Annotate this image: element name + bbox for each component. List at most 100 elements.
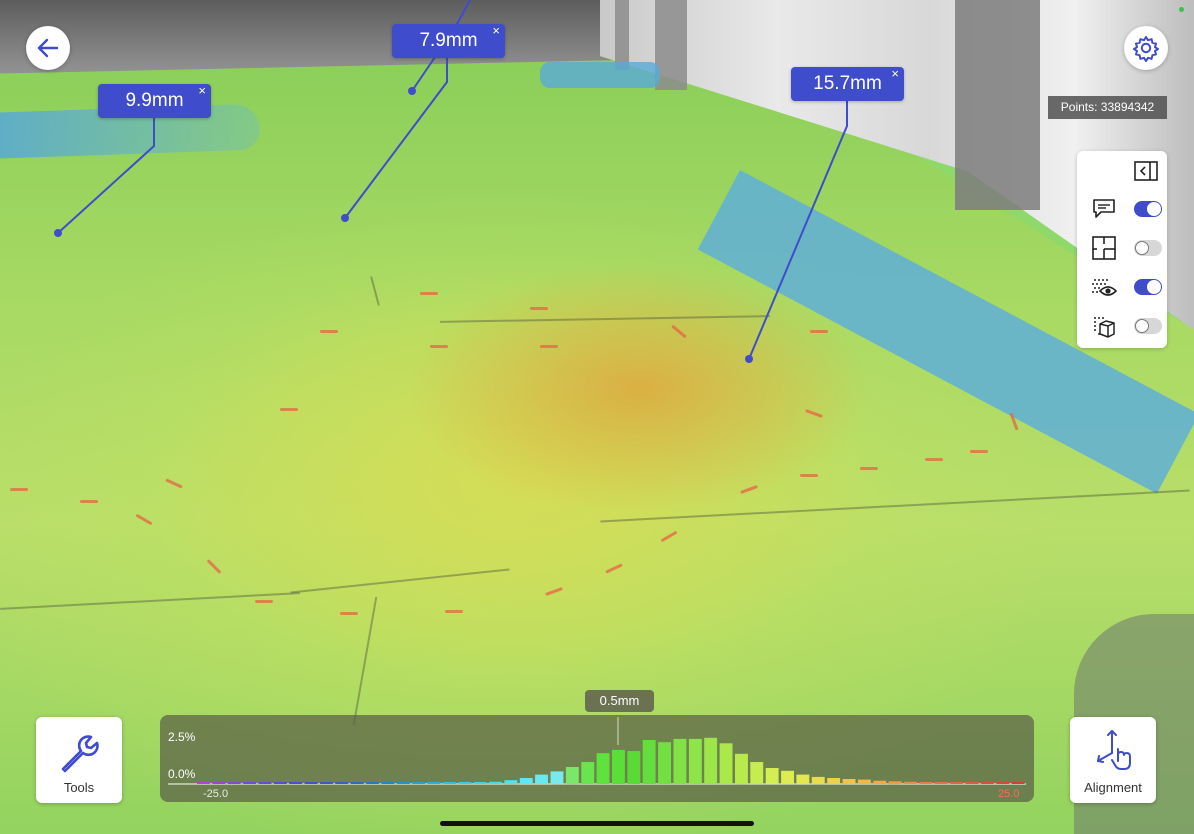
histogram-bar [320,782,333,784]
mesh-toggle[interactable] [1134,318,1162,334]
pointcloud-toggle[interactable] [1134,279,1162,295]
histogram-bar [765,768,779,784]
histogram-bar [950,782,963,784]
histogram-bar [565,767,579,785]
histogram-bar [243,782,256,784]
histogram-bar [781,770,794,784]
points-count: Points: 33894342 [1048,96,1167,119]
layer-row-mesh [1077,310,1167,342]
histogram-bar [550,771,564,785]
measurement-point[interactable] [54,229,62,237]
comment-icon [1093,199,1115,218]
arrow-left-icon [37,38,59,58]
histogram-bar [442,782,456,784]
measurement-value: 15.7mm [813,73,882,94]
histogram-bar [535,774,548,784]
histogram-bar [811,776,825,785]
histogram-bar [934,782,948,784]
floorplan-toggle[interactable] [1134,240,1162,256]
leader-line [411,56,436,92]
measurement-value: 7.9mm [419,30,478,51]
eye-points-icon [1092,279,1117,296]
leader-line [456,0,471,25]
alignment-icon [1097,730,1131,770]
histogram-bar [258,782,272,784]
histogram-bar [427,782,441,784]
histogram-bar [304,782,318,784]
measurement-label[interactable]: 7.9mm × [392,23,505,58]
layer-row-annotations [1077,193,1167,225]
histogram-bar [396,782,410,784]
histogram-bar [473,782,487,784]
panel-header [1077,155,1167,187]
histogram-bar [888,781,902,785]
close-icon[interactable]: × [891,66,899,82]
histogram-bar [612,749,625,784]
histogram-bar [273,782,287,784]
histogram-bar [642,740,656,784]
histogram-bar [919,782,933,784]
histogram-bar [381,782,395,784]
measurement-value: 9.9mm [125,90,184,111]
histogram-bar [750,762,764,784]
histogram-bar [212,782,226,784]
histogram-bar [996,782,1010,784]
settings-button[interactable] [1124,26,1168,70]
layer-row-pointcloud [1077,271,1167,303]
histogram-bar [873,780,887,784]
histogram-bar [289,782,303,784]
close-icon[interactable]: × [198,83,206,99]
annotations-toggle[interactable] [1134,201,1162,217]
layer-row-floorplan [1077,232,1167,264]
measurement-label[interactable]: 9.9mm × [98,83,211,118]
histogram-bar [735,753,748,785]
histogram-bar [227,782,241,784]
status-indicator [1179,7,1184,12]
histogram-bar [827,778,841,784]
histogram-cursor-value: 0.5mm [585,690,654,712]
gear-icon [1133,36,1159,62]
layers-panel [1077,151,1167,348]
histogram-bar [980,782,994,784]
alignment-label: Alignment [1084,780,1142,795]
histogram-bar [658,742,671,784]
histogram-bar [504,780,518,785]
leader-line [57,118,155,234]
histogram-bar [857,779,871,784]
histogram-bar [350,782,364,784]
histogram-bar [458,782,472,784]
histogram-bar [412,782,426,784]
histogram-bar [627,751,641,784]
measurement-point[interactable] [745,355,753,363]
measurement-label[interactable]: 15.7mm × [791,66,904,101]
measurement-point[interactable] [341,214,349,222]
histogram-bar [673,738,687,784]
histogram-bar [965,782,979,784]
histogram-bar [519,778,533,784]
measurement-point[interactable] [408,87,416,95]
home-indicator [440,821,754,826]
alignment-button[interactable]: Alignment [1070,717,1156,803]
deviation-histogram[interactable]: 2.5% 0.0% -25.0 25.0 [160,715,1034,802]
histogram-plot [168,717,1026,785]
collapse-panel-icon[interactable] [1133,159,1159,183]
histogram-bar [688,738,702,784]
histogram-bar [796,774,810,784]
histogram-bar [489,781,502,784]
histogram-bar [335,782,349,784]
histogram-bar [719,743,733,784]
wrench-icon [61,735,99,773]
close-icon[interactable]: × [492,23,500,39]
tools-button[interactable]: Tools [36,717,122,803]
back-button[interactable] [26,26,70,70]
histogram-bar [904,781,917,784]
histogram-bar [704,737,718,784]
histogram-bar [842,779,856,784]
tools-label: Tools [63,780,95,795]
histogram-bar [366,782,379,784]
leader-line [344,57,448,219]
leader-line [748,100,848,360]
mesh-icon [1094,317,1115,338]
histogram-bar [1011,782,1025,784]
histogram-bar [197,782,210,784]
